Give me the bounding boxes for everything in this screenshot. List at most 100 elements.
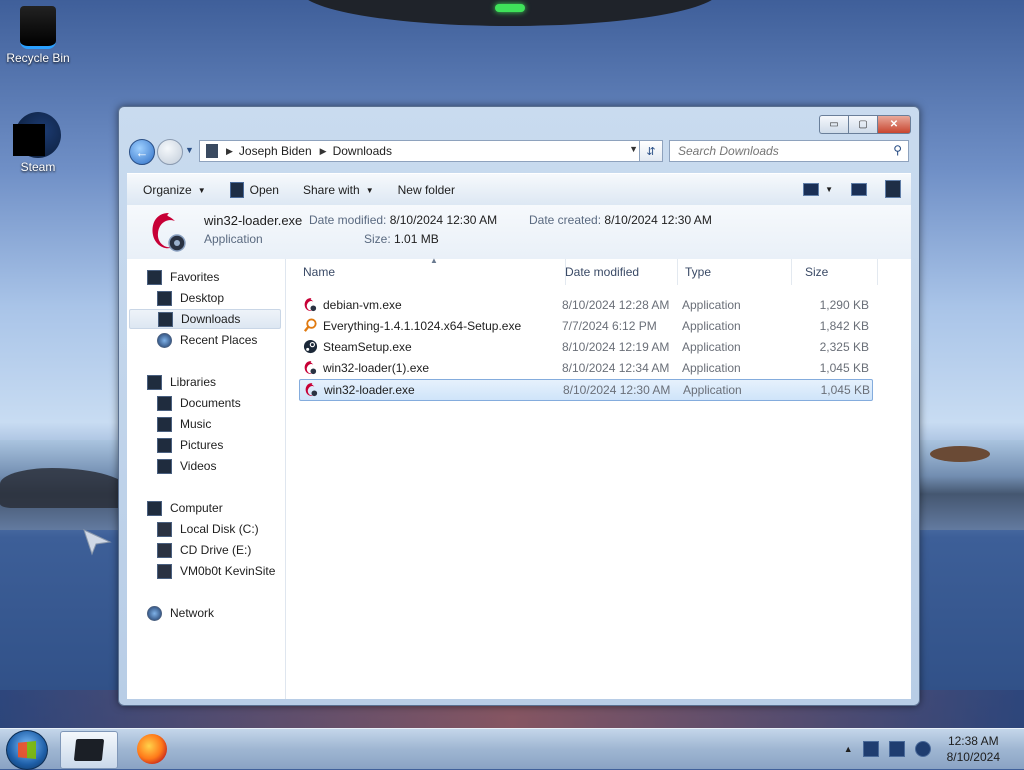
nav-pictures[interactable]: Pictures: [157, 435, 223, 455]
column-header-date-modified[interactable]: Date modified: [557, 259, 678, 285]
file-size: 1,045 KB: [819, 361, 869, 375]
address-bar[interactable]: ▶ Joseph Biden ▶ Downloads ▼: [199, 140, 643, 162]
change-view-button[interactable]: [803, 182, 820, 196]
action-center-icon[interactable]: [862, 741, 879, 757]
nav-desktop[interactable]: Desktop: [157, 288, 224, 308]
date-created-label: Date created:: [529, 213, 602, 227]
file-size: 1,045 KB: [820, 383, 870, 397]
network-icon[interactable]: [888, 741, 905, 757]
share-with-button[interactable]: Share with ▼: [295, 178, 382, 202]
view-options-dropdown[interactable]: ▼: [825, 185, 833, 194]
desktop-icon-steam[interactable]: Steam: [6, 112, 70, 174]
nav-label: Network: [170, 606, 215, 620]
forward-button[interactable]: [157, 139, 183, 165]
file-row[interactable]: debian-vm.exe 8/10/2024 12:28 AM Applica…: [299, 295, 871, 315]
star-icon: [147, 269, 162, 285]
nav-recent-places[interactable]: Recent Places: [157, 330, 257, 350]
share-with-label: Share with: [302, 183, 360, 197]
date-created-value: 8/10/2024 12:30 AM: [604, 213, 712, 227]
firefox-icon: [137, 734, 167, 764]
nav-label: Recent Places: [180, 333, 258, 347]
taskbar-firefox[interactable]: [124, 731, 180, 767]
column-header-size[interactable]: Size: [797, 259, 878, 285]
file-name: win32-loader(1).exe: [323, 361, 430, 375]
network-icon: [147, 605, 162, 621]
nav-label: Videos: [180, 459, 217, 473]
new-folder-button[interactable]: New folder: [390, 178, 463, 202]
application-icon: [229, 182, 244, 198]
nav-network[interactable]: Network: [147, 603, 214, 623]
minimize-button[interactable]: ▭: [819, 115, 848, 134]
date-modified-label: Date modified:: [309, 213, 387, 227]
recent-pages-dropdown[interactable]: ▼: [185, 145, 194, 155]
nav-libraries[interactable]: Libraries: [147, 372, 216, 392]
steam-icon: [303, 339, 318, 354]
nav-vm-share[interactable]: VM0b0t KevinSite: [157, 561, 275, 581]
nav-label: CD Drive (E:): [180, 543, 252, 557]
file-type: Application: [682, 319, 741, 333]
debian-icon: [304, 297, 317, 312]
file-name: win32-loader.exe: [324, 383, 415, 397]
nav-documents[interactable]: Documents: [157, 393, 241, 413]
nav-local-disk[interactable]: Local Disk (C:): [157, 519, 259, 539]
open-label: Open: [249, 183, 279, 197]
help-button[interactable]: [885, 180, 901, 198]
file-row[interactable]: SteamSetup.exe 8/10/2024 12:19 AM Applic…: [299, 337, 871, 357]
network-drive-icon: [157, 563, 172, 579]
desktop-icon-recycle-bin[interactable]: Recycle Bin: [6, 6, 70, 65]
breadcrumb-joseph-biden[interactable]: Joseph Biden: [239, 144, 312, 158]
start-button[interactable]: [6, 730, 48, 770]
arrow-left-icon: ←: [135, 144, 149, 160]
navigation-bar: ← ▼ ▶ Joseph Biden ▶ Downloads ▼ ⇵ ⚲: [129, 137, 909, 165]
nav-label: Local Disk (C:): [180, 522, 259, 536]
nav-cd-drive[interactable]: CD Drive (E:): [157, 540, 251, 560]
nav-videos[interactable]: Videos: [157, 456, 216, 476]
close-button[interactable]: ✕: [877, 115, 911, 134]
file-row[interactable]: win32-loader(1).exe 8/10/2024 12:34 AM A…: [299, 358, 871, 378]
column-label: Type: [685, 265, 712, 279]
clock[interactable]: 12:38 AM 8/10/2024: [947, 733, 1000, 765]
taskbar-explorer[interactable]: [60, 731, 118, 769]
file-name: SteamSetup.exe: [323, 340, 412, 354]
file-row-selected[interactable]: win32-loader.exe 8/10/2024 12:30 AM Appl…: [299, 379, 873, 401]
search-box: ⚲: [669, 140, 909, 162]
back-button[interactable]: ←: [129, 139, 155, 165]
search-icon[interactable]: ⚲: [893, 143, 902, 157]
open-button[interactable]: Open: [222, 178, 287, 202]
clock-time: 12:38 AM: [947, 734, 999, 748]
nav-label: Documents: [180, 396, 241, 410]
breadcrumb-downloads[interactable]: Downloads: [333, 144, 392, 158]
explorer-window: ▭ ▢ ✕ ← ▼ ▶ Joseph Biden ▶ Downloads ▼ ⇵…: [118, 106, 920, 706]
system-tray: ▲ 12:38 AM 8/10/2024: [844, 729, 1024, 769]
nav-label: Computer: [170, 501, 223, 515]
chevron-right-icon[interactable]: ▶: [320, 146, 327, 157]
column-header-name[interactable]: ▲ Name: [295, 256, 566, 285]
music-icon: [157, 416, 172, 432]
chevron-right-icon[interactable]: ▶: [226, 146, 233, 157]
cursor-icon: [83, 529, 112, 556]
preview-pane-button[interactable]: [851, 182, 867, 196]
file-row[interactable]: Everything-1.4.1.1024.x64-Setup.exe 7/7/…: [299, 316, 871, 336]
nav-favorites[interactable]: Favorites: [147, 267, 219, 287]
caret-down-icon: ▼: [365, 185, 374, 195]
nav-music[interactable]: Music: [157, 414, 211, 434]
maximize-button[interactable]: ▢: [848, 115, 877, 134]
nav-downloads[interactable]: Downloads: [129, 309, 281, 329]
search-input[interactable]: [676, 143, 890, 159]
show-hidden-icons-button[interactable]: ▲: [844, 744, 853, 754]
nav-label: VM0b0t KevinSite: [180, 564, 276, 578]
debian-icon: [304, 360, 317, 375]
downloads-icon: [158, 311, 173, 327]
cd-drive-icon: [157, 542, 172, 558]
address-dropdown-icon[interactable]: ▼: [629, 144, 638, 154]
volume-icon[interactable]: [914, 741, 931, 757]
recycle-bin-icon: [20, 6, 56, 49]
status-led: [495, 4, 525, 12]
organize-button[interactable]: Organize ▼: [135, 178, 214, 202]
column-header-type[interactable]: Type: [677, 259, 792, 285]
column-label: Size: [805, 265, 829, 279]
nav-computer[interactable]: Computer: [147, 498, 223, 518]
size-info: Size: 1.01 MB: [364, 232, 439, 246]
recent-places-icon: [157, 332, 172, 348]
refresh-button[interactable]: ⇵: [639, 140, 663, 162]
